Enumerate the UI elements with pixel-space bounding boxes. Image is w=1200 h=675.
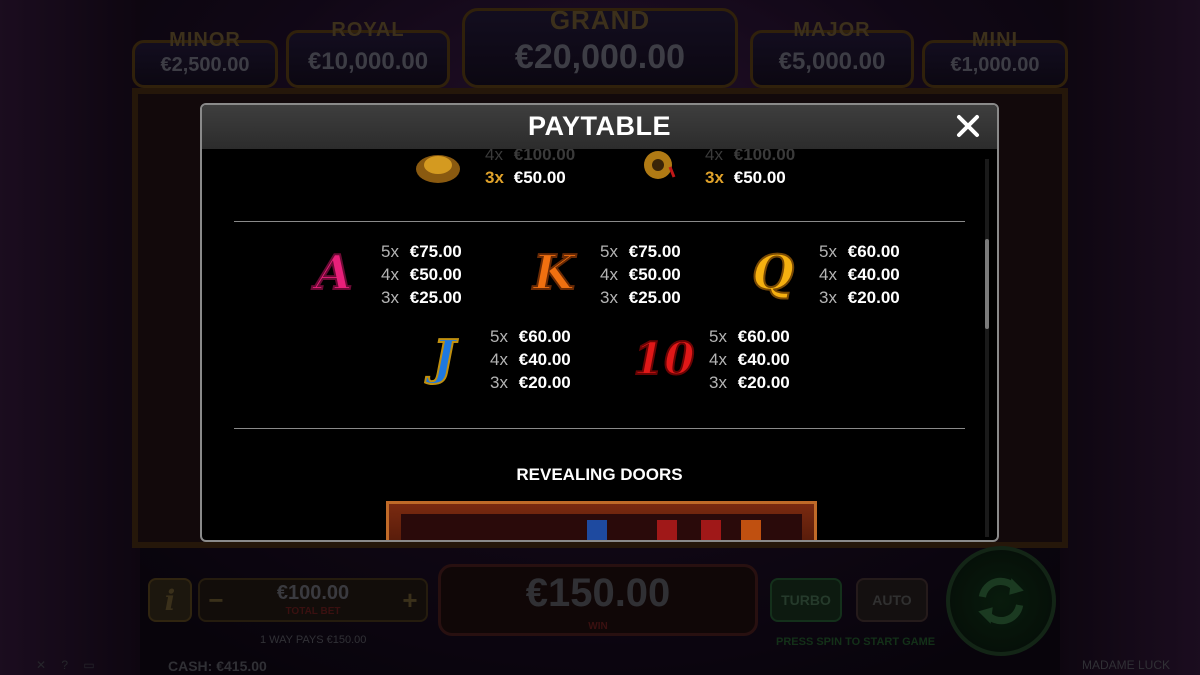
gold-ingot-symbol-icon (408, 149, 468, 201)
pay-amount: €50.00 (513, 168, 566, 187)
pay-multiplier: 5x (819, 242, 837, 261)
pay-multiplier: 3x (600, 288, 618, 307)
symbol-10-icon: 10 (632, 326, 696, 396)
pay-amount: €25.00 (628, 288, 681, 307)
symbol-j-glyph: J (425, 330, 459, 386)
preview-reels (401, 514, 802, 540)
pay-multiplier: 3x (485, 168, 504, 187)
pay-amount: €60.00 (518, 327, 571, 346)
paytable-entry-k: 5x €75.00 4x €50.00 3x €25.00 (600, 240, 681, 309)
pay-line: 5x €60.00 (490, 325, 571, 348)
symbol-a-glyph: A (311, 245, 352, 301)
pay-multiplier: 4x (819, 265, 837, 284)
symbol-a-icon: A (304, 241, 364, 311)
paytable-entry-q: 5x €60.00 4x €40.00 3x €20.00 (819, 240, 900, 309)
pay-multiplier: 4x (600, 265, 618, 284)
symbol-j-icon: J (414, 326, 474, 396)
pay-multiplier: 4x (709, 350, 727, 369)
pay-line: 3x €25.00 (600, 286, 681, 309)
revealing-doors-title: REVEALING DOORS (516, 465, 683, 484)
pay-line: 5x €75.00 (381, 240, 462, 263)
scrollbar-thumb[interactable] (985, 239, 989, 329)
pay-multiplier: 3x (709, 373, 727, 392)
pay-multiplier: 5x (381, 242, 399, 261)
pay-multiplier: 3x (705, 168, 724, 187)
preview-reel (741, 520, 761, 540)
scrollbar-track[interactable] (985, 159, 989, 537)
pay-line: 4x €100.00 (485, 149, 575, 166)
pay-amount: €50.00 (628, 265, 681, 284)
pay-amount: €40.00 (737, 350, 790, 369)
pay-line: 4x €40.00 (819, 263, 900, 286)
paytable-entry-j: 5x €60.00 4x €40.00 3x €20.00 (490, 325, 571, 394)
close-icon (957, 115, 979, 137)
pay-multiplier: 3x (381, 288, 399, 307)
pay-amount: €100.00 (513, 149, 576, 164)
pay-amount: €20.00 (737, 373, 790, 392)
pay-line: 4x €50.00 (600, 263, 681, 286)
section-divider (234, 221, 965, 222)
paytable-modal: PAYTABLE 4x €100.00 3x €50.00 4x €100.00… (200, 103, 999, 542)
pay-line: 4x €50.00 (381, 263, 462, 286)
preview-reel (587, 520, 607, 540)
symbol-k-glyph: K (531, 245, 577, 301)
pay-multiplier: 5x (709, 327, 727, 346)
paytable-entry-ingot: 4x €100.00 3x €50.00 (485, 149, 575, 189)
pay-line: 3x €20.00 (490, 371, 571, 394)
symbol-q-glyph: Q (752, 245, 794, 301)
pay-amount: €60.00 (737, 327, 790, 346)
pay-multiplier: 4x (705, 149, 723, 164)
paytable-entry-coins: 4x €100.00 3x €50.00 (705, 149, 795, 189)
pay-amount: €100.00 (733, 149, 796, 164)
paytable-title: PAYTABLE (527, 111, 672, 141)
section-divider (234, 428, 965, 429)
pay-multiplier: 4x (490, 350, 508, 369)
pay-line: 3x €50.00 (485, 166, 575, 189)
pay-line: 4x €40.00 (490, 348, 571, 371)
symbol-k-icon: K (524, 241, 584, 311)
pay-multiplier: 3x (819, 288, 837, 307)
close-button[interactable] (951, 109, 985, 143)
pay-amount: €20.00 (847, 288, 900, 307)
pay-multiplier: 3x (490, 373, 508, 392)
pay-line: 5x €60.00 (709, 325, 790, 348)
pay-amount: €50.00 (409, 265, 462, 284)
pay-line: 3x €50.00 (705, 166, 795, 189)
pay-amount: €60.00 (847, 242, 900, 261)
symbol-10-glyph: 10 (633, 334, 695, 385)
symbol-q-icon: Q (743, 241, 803, 311)
pay-amount: €40.00 (518, 350, 571, 369)
pay-amount: €25.00 (409, 288, 462, 307)
pay-line: 3x €25.00 (381, 286, 462, 309)
pay-amount: €40.00 (847, 265, 900, 284)
pay-multiplier: 4x (381, 265, 399, 284)
pay-line: 5x €75.00 (600, 240, 681, 263)
revealing-doors-preview-image (386, 501, 817, 540)
pay-line: 3x €20.00 (819, 286, 900, 309)
preview-reel (701, 520, 721, 540)
pay-multiplier: 5x (600, 242, 618, 261)
gold-coins-symbol-icon (630, 149, 690, 201)
pay-line: 5x €60.00 (819, 240, 900, 263)
pay-amount: €75.00 (628, 242, 681, 261)
pay-line: 4x €40.00 (709, 348, 790, 371)
preview-reel (657, 520, 677, 540)
pay-amount: €50.00 (733, 168, 786, 187)
pay-multiplier: 4x (485, 149, 503, 164)
pay-amount: €75.00 (409, 242, 462, 261)
pay-multiplier: 5x (490, 327, 508, 346)
pay-amount: €20.00 (518, 373, 571, 392)
paytable-header: PAYTABLE (202, 105, 997, 149)
paytable-entry-10: 5x €60.00 4x €40.00 3x €20.00 (709, 325, 790, 394)
pay-line: 4x €100.00 (705, 149, 795, 166)
paytable-content[interactable]: 4x €100.00 3x €50.00 4x €100.00 3x €50.0 (202, 149, 997, 540)
paytable-entry-a: 5x €75.00 4x €50.00 3x €25.00 (381, 240, 462, 309)
pay-line: 3x €20.00 (709, 371, 790, 394)
